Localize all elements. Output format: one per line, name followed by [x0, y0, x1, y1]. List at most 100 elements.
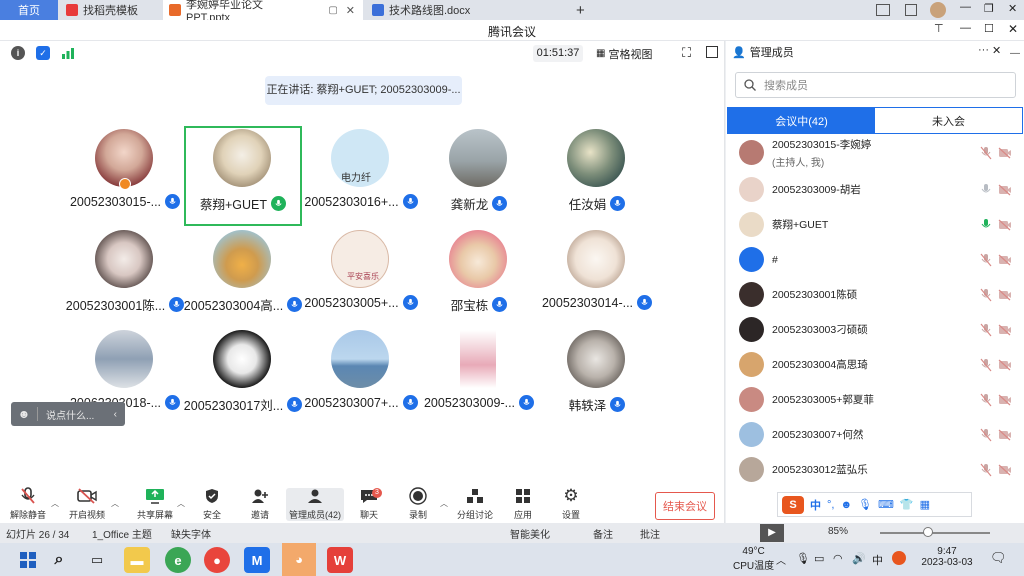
participant-tile[interactable]: 韩轶泽: [538, 327, 656, 427]
camera-off-icon[interactable]: [998, 147, 1012, 159]
signal-icon[interactable]: [61, 47, 75, 59]
tab-docx[interactable]: 技术路线图.docx: [366, 0, 566, 20]
voice-icon[interactable]: 🎙: [858, 498, 872, 511]
mic-muted-icon[interactable]: [980, 463, 992, 477]
camera-off-icon[interactable]: [998, 359, 1012, 371]
emoji-icon[interactable]: ☻: [840, 499, 852, 511]
record-button[interactable]: 录制: [408, 487, 428, 523]
member-row[interactable]: 蔡翔+GUET: [726, 207, 1024, 242]
wechat-icon[interactable]: ◕: [282, 543, 316, 576]
mic-muted-icon[interactable]: [980, 288, 992, 302]
member-row[interactable]: 20052303003刁硕硕: [726, 312, 1024, 347]
sogou-logo-icon[interactable]: S: [782, 495, 804, 514]
unmute-button[interactable]: 解除静音: [10, 487, 46, 523]
mic-talking-icon[interactable]: [980, 218, 992, 232]
new-tab-button[interactable]: +: [570, 0, 590, 20]
close-icon[interactable]: ✕: [346, 4, 355, 17]
camera-off-icon[interactable]: [998, 429, 1012, 441]
chevron-up-icon[interactable]: ︿: [111, 498, 119, 509]
chevron-left-icon[interactable]: ‹: [114, 409, 117, 420]
minimize-icon[interactable]: —: [960, 22, 971, 34]
participant-tile[interactable]: 20052303004高...: [184, 227, 303, 327]
ime-lang[interactable]: 中: [810, 497, 821, 513]
window-minimize-icon[interactable]: —: [960, 1, 971, 13]
tab-home[interactable]: 首页: [0, 0, 58, 20]
mic-icon[interactable]: [492, 196, 508, 211]
info-icon[interactable]: i: [11, 46, 25, 60]
volume-icon[interactable]: 🔊: [852, 552, 866, 565]
tab-in-meeting[interactable]: 会议中(42): [728, 108, 875, 133]
mic-muted-icon[interactable]: [980, 393, 992, 407]
beautify-button[interactable]: 智能美化: [510, 526, 550, 541]
zoom-level[interactable]: 85%: [828, 526, 848, 537]
notification-icon[interactable]: 🗨: [990, 550, 1007, 566]
chevron-up-icon[interactable]: ︿: [440, 498, 448, 509]
participant-tile[interactable]: 20052303007+...: [302, 327, 420, 427]
fullscreen-icon[interactable]: ⛶: [682, 45, 691, 61]
mic-icon[interactable]: [637, 295, 653, 310]
mic-tray-icon[interactable]: 🎙: [796, 552, 810, 565]
emoji-icon[interactable]: ☻: [11, 407, 37, 421]
settings-button[interactable]: ⚙ 设置: [561, 486, 581, 523]
participant-tile[interactable]: 20052303017刘...: [184, 327, 303, 427]
camera-off-icon[interactable]: [998, 254, 1012, 266]
participant-tile[interactable]: 龚新龙: [420, 126, 538, 226]
camera-off-icon[interactable]: [998, 324, 1012, 336]
mic-icon[interactable]: [492, 297, 508, 312]
avatar[interactable]: [930, 2, 946, 18]
chrome-icon[interactable]: ●: [204, 547, 230, 573]
pin-icon[interactable]: ⊤: [934, 22, 944, 35]
clock[interactable]: 9:47 2023-03-03: [916, 546, 978, 568]
member-search-input[interactable]: 搜索成员: [735, 72, 1016, 98]
battery-icon[interactable]: ▭: [814, 552, 824, 565]
wifi-icon[interactable]: ◠: [833, 552, 843, 565]
end-meeting-button[interactable]: 结束会议: [655, 492, 715, 520]
camera-off-icon[interactable]: [998, 289, 1012, 301]
chevron-up-icon[interactable]: ︿: [177, 498, 185, 509]
member-row[interactable]: 20052303004高思琦: [726, 347, 1024, 382]
mic-muted-icon[interactable]: [980, 428, 992, 442]
participant-tile[interactable]: 20052303014-...: [538, 227, 656, 327]
start-video-button[interactable]: 开启视频: [69, 487, 105, 523]
keyboard-icon[interactable]: ⌨: [878, 498, 894, 511]
missing-font-status[interactable]: 缺失字体: [171, 526, 211, 541]
tab-restore-icon[interactable]: ▢: [328, 5, 337, 16]
member-row[interactable]: #: [726, 242, 1024, 277]
cpu-temp[interactable]: 49°C CPU温度: [733, 546, 774, 572]
layout-icon[interactable]: [876, 4, 890, 16]
mic-talking-icon[interactable]: [271, 196, 287, 211]
windows-start-icon[interactable]: [20, 552, 36, 568]
participant-tile[interactable]: 20052303015-...: [66, 126, 184, 226]
participant-tile[interactable]: 20052303001陈...: [66, 227, 185, 327]
window-restore-icon[interactable]: ❐: [984, 2, 994, 15]
mic-muted-icon[interactable]: [980, 323, 992, 337]
tab-template[interactable]: 找稻壳模板: [60, 0, 160, 20]
mic-icon[interactable]: [610, 196, 626, 211]
member-row[interactable]: 20052303001陈硕: [726, 277, 1024, 312]
window-close-icon[interactable]: ✕: [1008, 2, 1017, 15]
tab-not-joined[interactable]: 未入会: [875, 108, 1022, 133]
maximize-icon[interactable]: ☐: [984, 22, 994, 35]
mic-icon[interactable]: [980, 183, 992, 197]
participant-tile[interactable]: 电力纤 20052303016+...: [302, 126, 420, 226]
zoom-slider-handle[interactable]: [923, 527, 933, 537]
zoom-slider[interactable]: [880, 532, 990, 534]
camera-off-icon[interactable]: [998, 219, 1012, 231]
quick-chat-input[interactable]: ☻ 说点什么... ‹: [11, 402, 125, 426]
grid-icon[interactable]: ▦: [920, 498, 930, 511]
tencent-meeting-icon[interactable]: M: [244, 547, 270, 573]
ime-punct[interactable]: °,: [827, 499, 834, 511]
close-icon[interactable]: ✕: [992, 44, 1001, 57]
member-row[interactable]: 20052303015-李婉婷 (主持人, 我): [726, 135, 1024, 170]
camera-off-icon[interactable]: [998, 184, 1012, 196]
share-screen-button[interactable]: 共享屏幕: [137, 487, 173, 523]
member-row[interactable]: 20052303007+何然: [726, 417, 1024, 452]
play-icon[interactable]: ▶: [760, 524, 784, 542]
camera-off-icon[interactable]: [998, 394, 1012, 406]
participant-tile-active[interactable]: 蔡翔+GUET: [184, 126, 302, 226]
breakout-button[interactable]: 分组讨论: [457, 487, 493, 523]
manage-members-label-group[interactable]: 管理成员(42): [289, 487, 341, 523]
shield-icon[interactable]: ✓: [36, 46, 50, 60]
grid-icon[interactable]: [905, 4, 917, 16]
search-icon[interactable]: ⌕: [46, 547, 72, 573]
